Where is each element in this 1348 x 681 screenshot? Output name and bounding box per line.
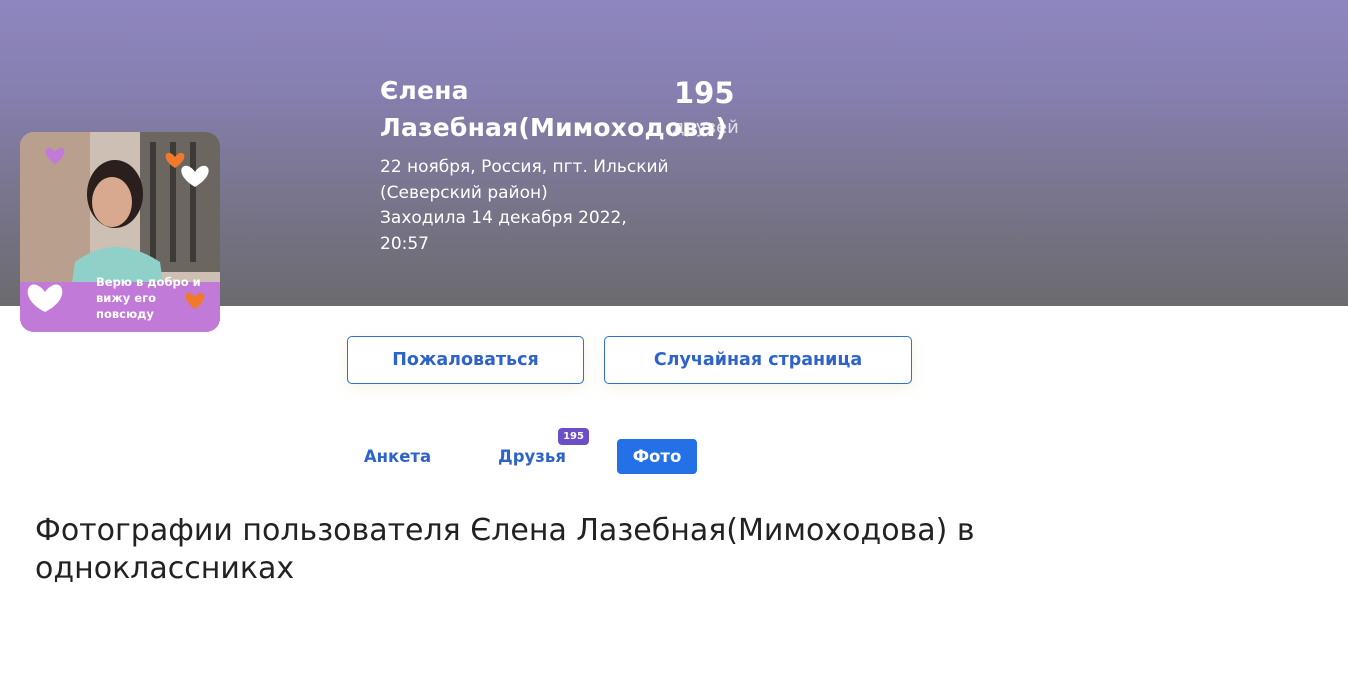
friends-tab-badge: 195 [558,428,589,445]
profile-meta: 22 ноября, Россия, пгт. Ильский (Северск… [380,155,680,257]
page-title: Фотографии пользователя Єлена Лазебная(М… [35,513,975,586]
complain-button[interactable]: Пожаловаться [347,336,584,384]
birthday-location: 22 ноября, Россия, пгт. Ильский (Северск… [380,157,669,203]
random-page-button[interactable]: Случайная страница [604,336,912,384]
tab-photo[interactable]: Фото [617,439,697,474]
avatar[interactable]: Верю в добро и вижу его повсюду [20,132,220,332]
friends-count[interactable]: 195 [674,74,735,112]
friends-label: друзей [672,117,739,138]
last-seen: Заходила 14 декабря 2022, 20:57 [380,208,627,254]
avatar-caption: Верю в добро и вижу его повсюду [96,275,201,321]
tab-profile[interactable]: Анкета [350,439,445,474]
